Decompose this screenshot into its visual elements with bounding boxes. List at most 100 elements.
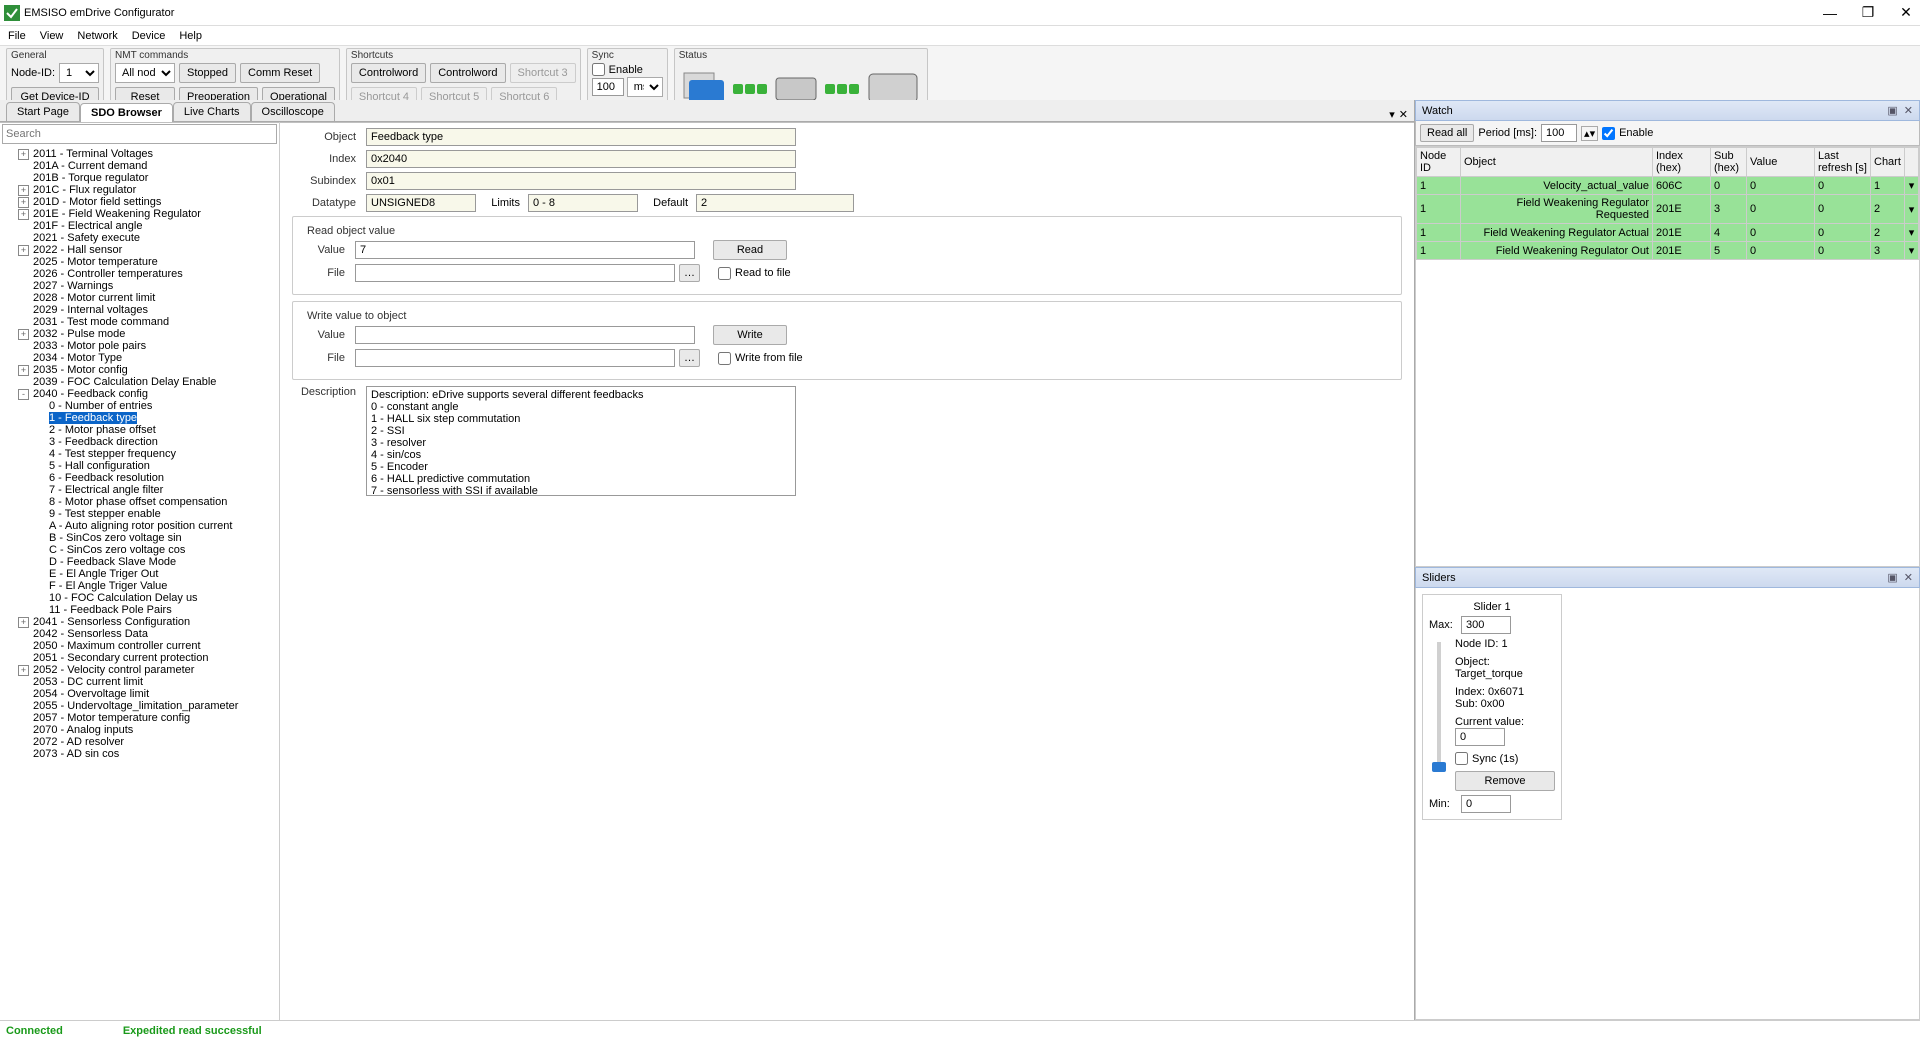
tree-item[interactable]: C - SinCos zero voltage cos — [34, 544, 277, 556]
slider-max-input[interactable] — [1461, 616, 1511, 634]
tree-item[interactable]: 2050 - Maximum controller current — [18, 640, 277, 652]
tree-item[interactable]: 2042 - Sensorless Data — [18, 628, 277, 640]
default-field[interactable] — [696, 194, 854, 212]
expand-icon[interactable]: - — [18, 389, 29, 400]
write-value-field[interactable] — [355, 326, 695, 344]
tab-oscilloscope[interactable]: Oscilloscope — [251, 102, 335, 121]
tree-item[interactable]: 2027 - Warnings — [18, 280, 277, 292]
close-button[interactable]: ✕ — [1896, 4, 1916, 21]
watch-row[interactable]: 1Field Weakening Regulator Requested201E… — [1417, 195, 1919, 224]
tree-item[interactable]: +2041 - Sensorless Configuration — [18, 616, 277, 628]
col-chart[interactable]: Chart — [1871, 148, 1905, 177]
tree-item[interactable]: 201A - Current demand — [18, 160, 277, 172]
read-file-field[interactable] — [355, 264, 675, 282]
tab-live-charts[interactable]: Live Charts — [173, 102, 251, 121]
tree-item[interactable]: 2039 - FOC Calculation Delay Enable — [18, 376, 277, 388]
tree-item[interactable]: 2026 - Controller temperatures — [18, 268, 277, 280]
expand-icon[interactable]: + — [18, 329, 29, 340]
slider-sync-checkbox[interactable]: Sync (1s) — [1455, 752, 1555, 765]
tree-item[interactable]: 10 - FOC Calculation Delay us — [34, 592, 277, 604]
expand-icon[interactable]: + — [18, 209, 29, 220]
shortcut3-button[interactable]: Shortcut 3 — [510, 63, 576, 83]
object-tree[interactable]: +2011 - Terminal Voltages201A - Current … — [0, 146, 279, 1020]
tree-item[interactable]: 11 - Feedback Pole Pairs — [34, 604, 277, 616]
minimize-button[interactable]: — — [1820, 5, 1840, 21]
description-field[interactable] — [366, 386, 796, 496]
tree-item[interactable]: A - Auto aligning rotor position current — [34, 520, 277, 532]
menu-file[interactable]: File — [8, 30, 26, 42]
watch-row-menu[interactable]: ▾ — [1905, 242, 1919, 260]
sync-unit-select[interactable]: ms — [627, 77, 663, 97]
slider-curval-input[interactable] — [1455, 728, 1505, 746]
tree-item[interactable]: 3 - Feedback direction — [34, 436, 277, 448]
maximize-button[interactable]: ❐ — [1858, 4, 1878, 21]
tab-close-icon[interactable]: ✕ — [1399, 108, 1408, 121]
col-index[interactable]: Index (hex) — [1653, 148, 1711, 177]
tree-item[interactable]: 1 - Feedback type — [34, 412, 277, 424]
limits-field[interactable] — [528, 194, 638, 212]
pin-icon[interactable]: ▣ — [1887, 104, 1897, 117]
slider-min-input[interactable] — [1461, 795, 1511, 813]
col-last[interactable]: Last refresh [s] — [1815, 148, 1871, 177]
tree-item[interactable]: 0 - Number of entries — [34, 400, 277, 412]
watch-row-menu[interactable]: ▾ — [1905, 195, 1919, 224]
tree-item[interactable]: 2021 - Safety execute — [18, 232, 277, 244]
tree-item[interactable]: +201C - Flux regulator — [18, 184, 277, 196]
tree-item[interactable]: 9 - Test stepper enable — [34, 508, 277, 520]
read-all-button[interactable]: Read all — [1420, 124, 1474, 142]
expand-icon[interactable]: + — [18, 617, 29, 628]
tree-item[interactable]: 2031 - Test mode command — [18, 316, 277, 328]
tree-item[interactable]: 201F - Electrical angle — [18, 220, 277, 232]
sliders-pin-icon[interactable]: ▣ — [1887, 571, 1897, 584]
expand-icon[interactable]: + — [18, 185, 29, 196]
tree-item[interactable]: 2070 - Analog inputs — [18, 724, 277, 736]
read-to-file-checkbox[interactable]: Read to file — [718, 267, 791, 280]
tree-item[interactable]: 2053 - DC current limit — [18, 676, 277, 688]
tree-item[interactable]: F - El Angle Triger Value — [34, 580, 277, 592]
tree-item[interactable]: 2073 - AD sin cos — [18, 748, 277, 760]
tree-item[interactable]: +2052 - Velocity control parameter — [18, 664, 277, 676]
sliders-close-icon[interactable]: ✕ — [1904, 571, 1913, 584]
tree-item[interactable]: B - SinCos zero voltage sin — [34, 532, 277, 544]
commreset-button[interactable]: Comm Reset — [240, 63, 320, 83]
watch-row-menu[interactable]: ▾ — [1905, 224, 1919, 242]
slider-track[interactable] — [1437, 642, 1441, 772]
watch-table[interactable]: Node ID Object Index (hex) Sub (hex) Val… — [1416, 147, 1919, 260]
expand-icon[interactable]: + — [18, 365, 29, 376]
write-file-browse-button[interactable]: … — [679, 349, 700, 367]
col-value[interactable]: Value — [1747, 148, 1815, 177]
tree-item[interactable]: 7 - Electrical angle filter — [34, 484, 277, 496]
read-value-field[interactable] — [355, 241, 695, 259]
watch-enable-checkbox[interactable]: Enable — [1602, 127, 1653, 140]
menu-device[interactable]: Device — [132, 30, 166, 42]
tree-item[interactable]: 2055 - Undervoltage_limitation_parameter — [18, 700, 277, 712]
tab-dropdown-icon[interactable]: ▾ — [1389, 108, 1395, 121]
write-from-file-checkbox[interactable]: Write from file — [718, 352, 803, 365]
tree-item[interactable]: +201D - Motor field settings — [18, 196, 277, 208]
object-field[interactable] — [366, 128, 796, 146]
menu-help[interactable]: Help — [179, 30, 202, 42]
nodeid-select[interactable]: 1 — [59, 63, 99, 83]
tab-start-page[interactable]: Start Page — [6, 102, 80, 121]
tree-item[interactable]: +2032 - Pulse mode — [18, 328, 277, 340]
sync-value-input[interactable] — [592, 78, 624, 96]
expand-icon[interactable]: + — [18, 149, 29, 160]
tree-item[interactable]: 201B - Torque regulator — [18, 172, 277, 184]
tree-item[interactable]: +201E - Field Weakening Regulator — [18, 208, 277, 220]
tree-item[interactable]: 2072 - AD resolver — [18, 736, 277, 748]
search-input[interactable] — [2, 124, 277, 144]
index-field[interactable] — [366, 150, 796, 168]
slider-remove-button[interactable]: Remove — [1455, 771, 1555, 791]
tree-item[interactable]: -2040 - Feedback config — [18, 388, 277, 400]
tree-item[interactable]: 4 - Test stepper frequency — [34, 448, 277, 460]
watch-row[interactable]: 1Velocity_actual_value606C0001▾ — [1417, 177, 1919, 195]
sync-enable-checkbox[interactable] — [592, 63, 605, 76]
col-node[interactable]: Node ID — [1417, 148, 1461, 177]
tree-item[interactable]: D - Feedback Slave Mode — [34, 556, 277, 568]
menu-network[interactable]: Network — [77, 30, 117, 42]
spinner-icon[interactable]: ▴▾ — [1581, 126, 1598, 141]
expand-icon[interactable]: + — [18, 245, 29, 256]
tree-item[interactable]: 2051 - Secondary current protection — [18, 652, 277, 664]
tree-item[interactable]: E - El Angle Triger Out — [34, 568, 277, 580]
datatype-field[interactable] — [366, 194, 476, 212]
